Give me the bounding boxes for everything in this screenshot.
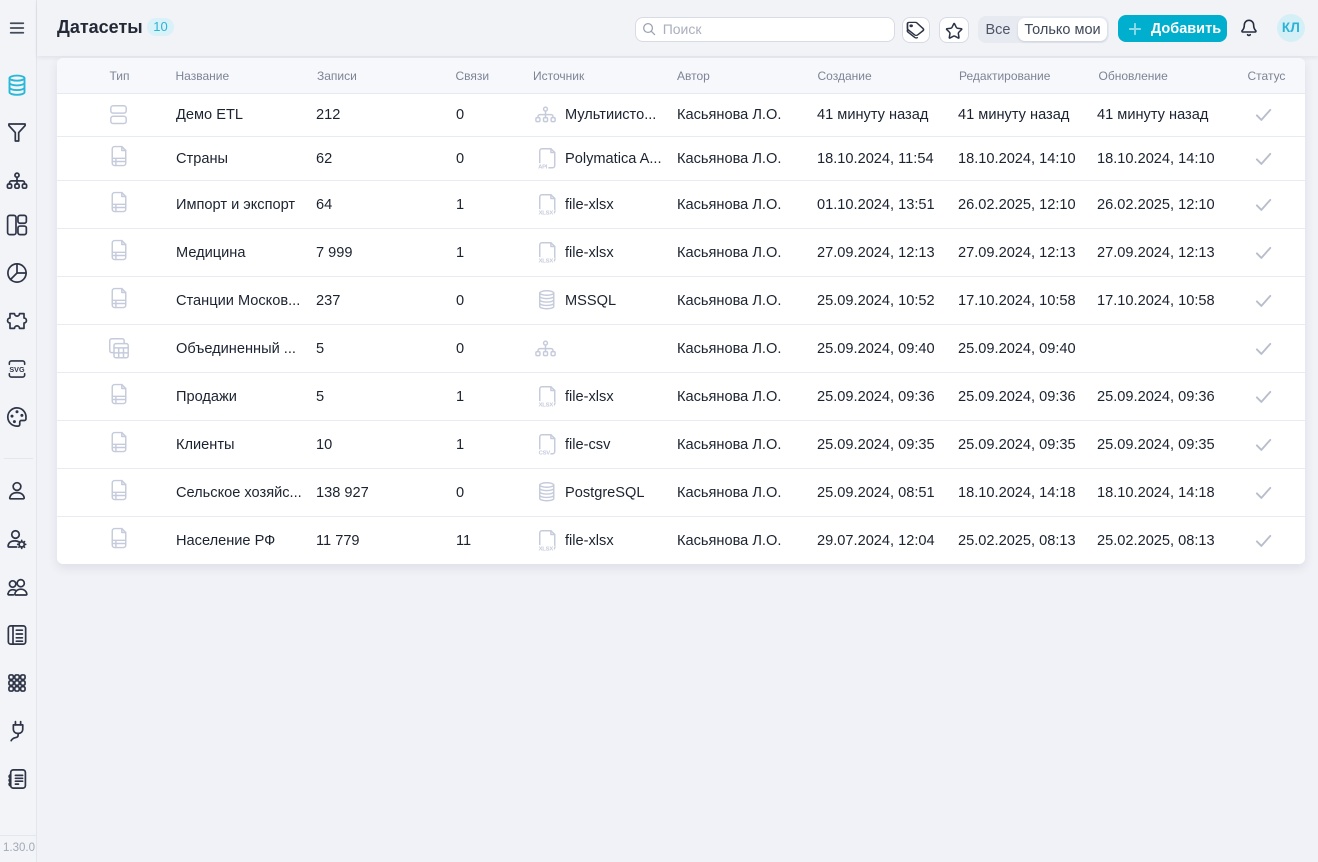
svg-text:SVG: SVG: [9, 365, 25, 374]
svg-text:XLSX: XLSX: [538, 547, 553, 553]
svg-text:XLSX: XLSX: [538, 259, 553, 265]
svg-text:API: API: [538, 165, 548, 171]
svg-text:CSV: CSV: [538, 451, 550, 457]
svg-text:XLSX: XLSX: [538, 403, 553, 409]
svg-text:XLSX: XLSX: [538, 211, 553, 217]
